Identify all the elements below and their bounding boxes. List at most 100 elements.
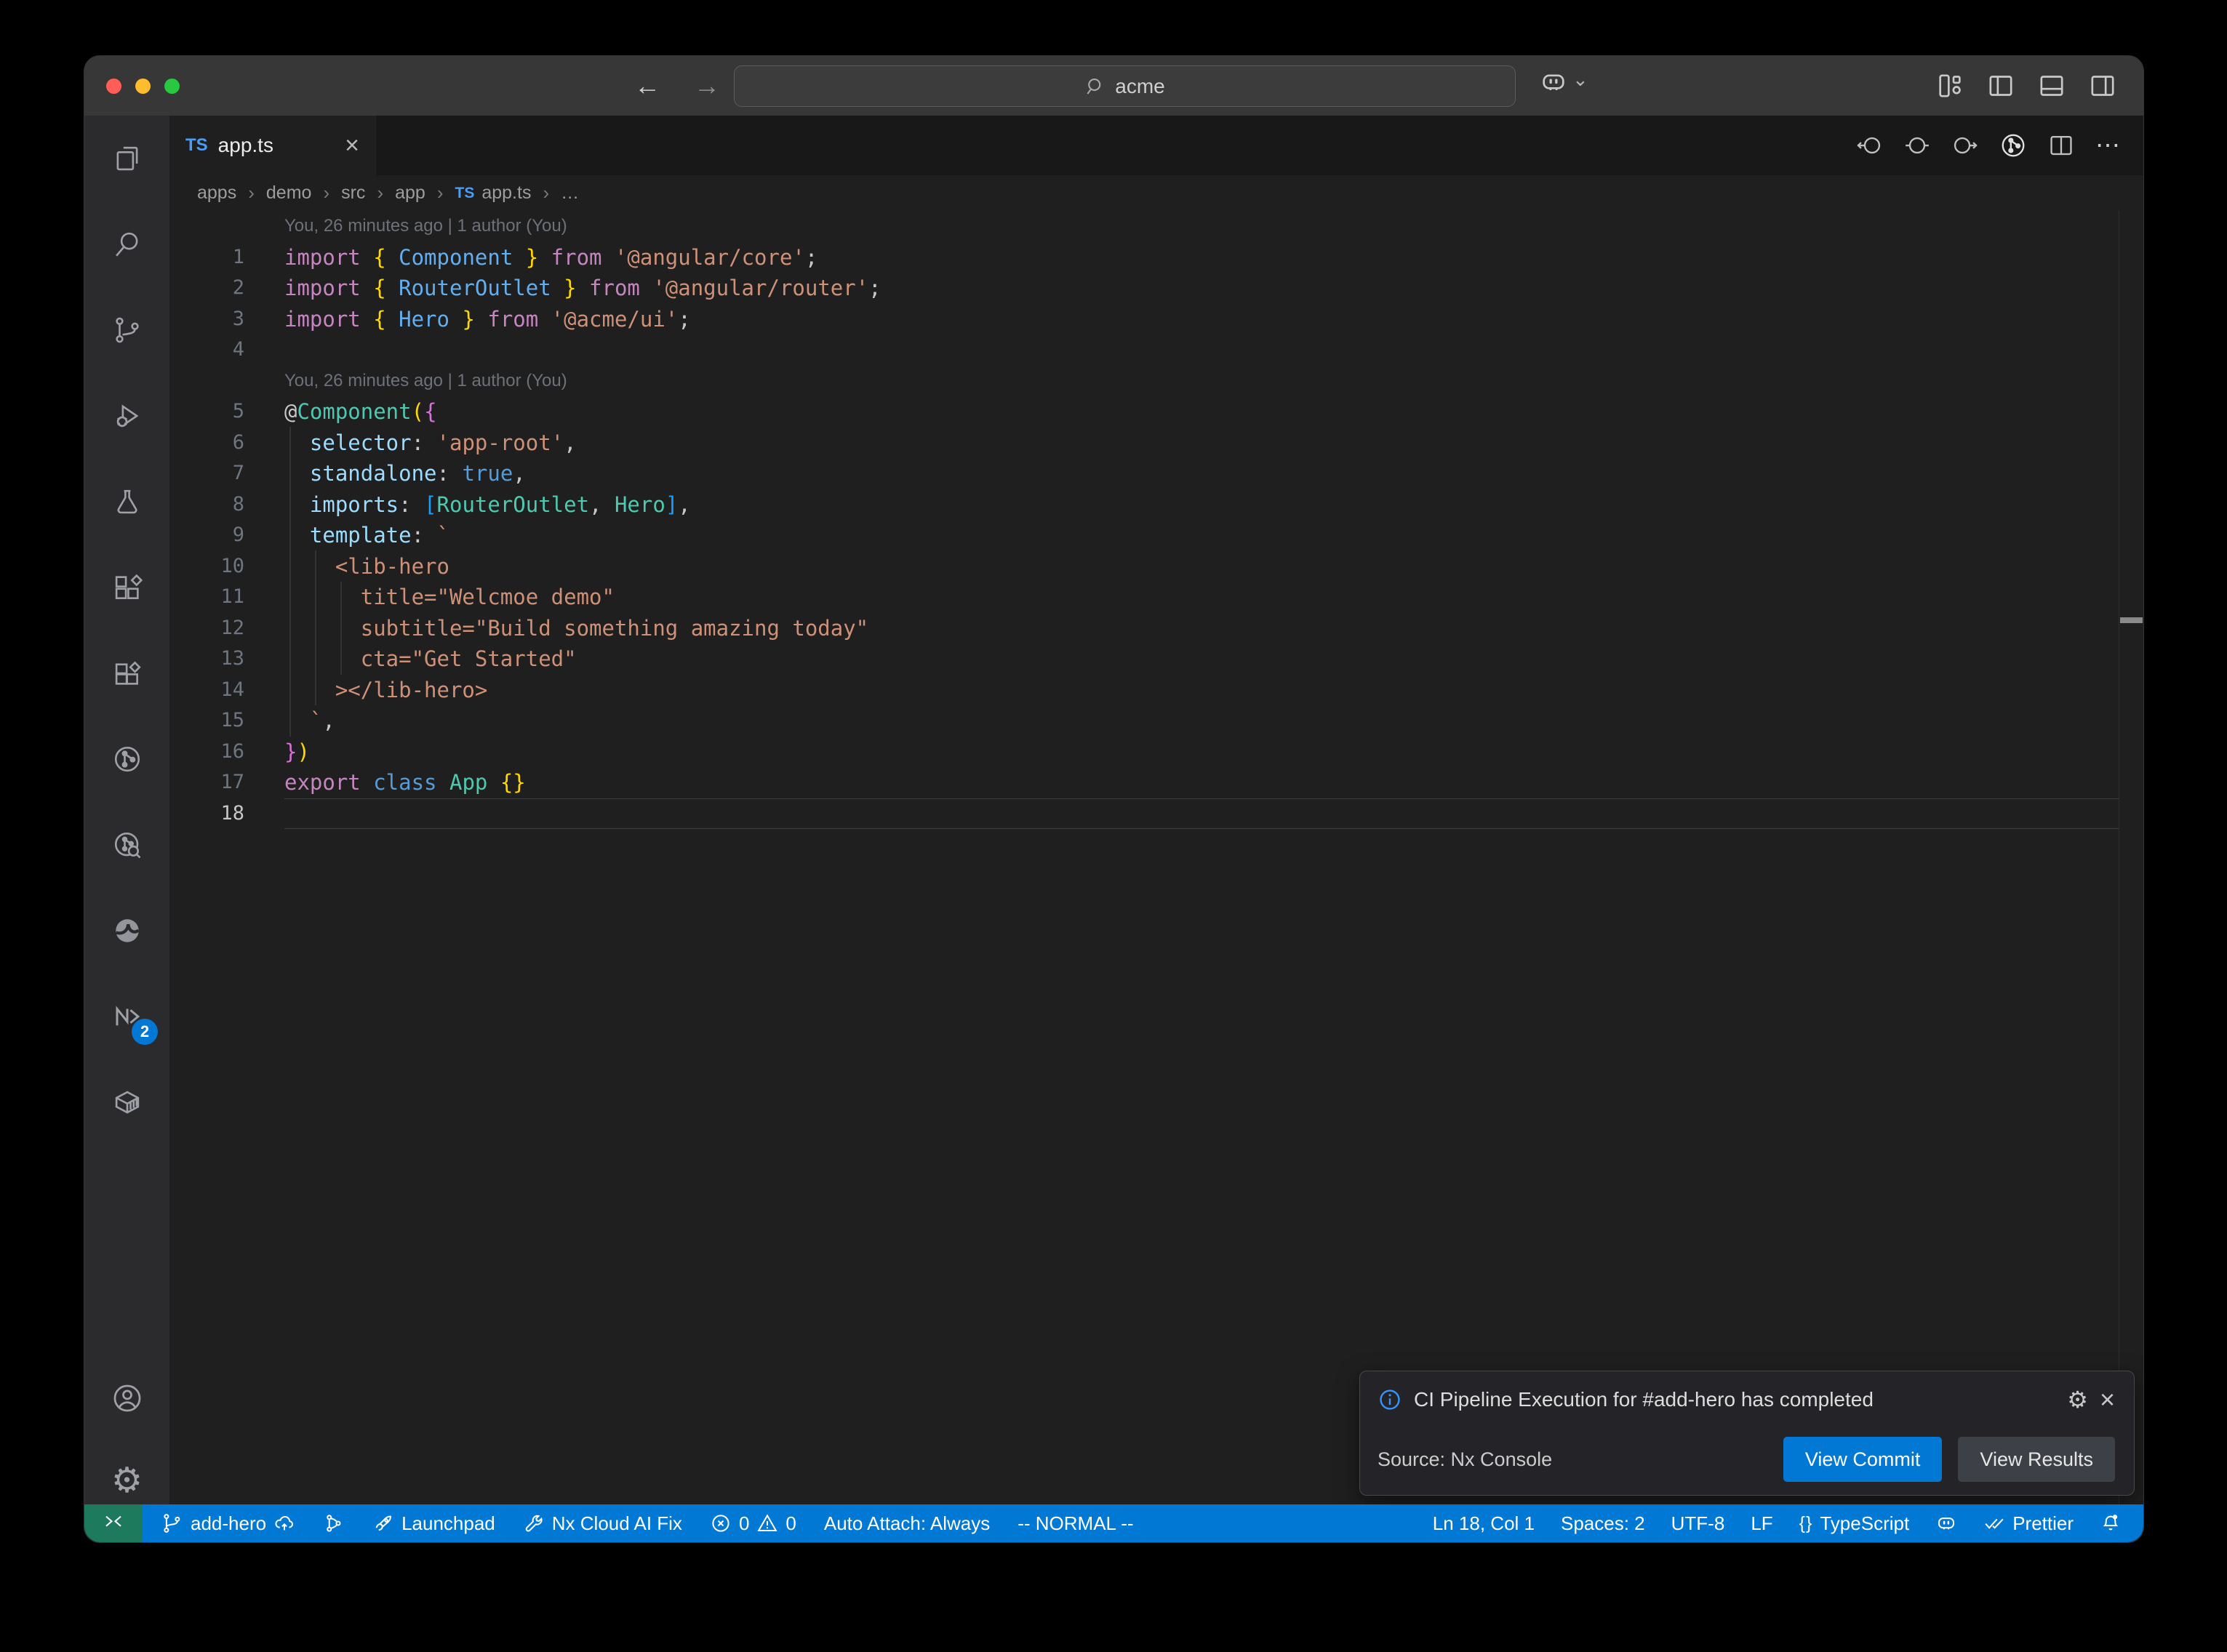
view-commit-button[interactable]: View Commit	[1783, 1437, 1943, 1482]
split-editor-icon[interactable]	[2047, 132, 2075, 159]
sidebar-item-project-graph[interactable]	[84, 630, 169, 716]
line-number: 13	[169, 643, 284, 675]
sidebar-item-search[interactable]	[84, 201, 169, 287]
current-change-icon[interactable]	[1903, 132, 1931, 159]
line-number: 3	[169, 304, 284, 335]
breadcrumb-file[interactable]: TS app.ts	[455, 183, 532, 204]
toggle-primary-sidebar-icon[interactable]	[1986, 71, 2015, 100]
line-number: 14	[169, 675, 284, 706]
code-line[interactable]: 15 `,	[169, 705, 2119, 737]
code-line[interactable]: 3import { Hero } from '@acme/ui';	[169, 304, 2119, 335]
sidebar-item-run-debug[interactable]	[84, 373, 169, 459]
nx-graph-icon[interactable]	[1999, 132, 2027, 159]
remote-indicator[interactable]	[84, 1504, 143, 1542]
code-line[interactable]: 18	[169, 798, 2119, 830]
error-icon	[710, 1512, 732, 1534]
status-eol[interactable]: LF	[1751, 1512, 1772, 1535]
command-center-search[interactable]: acme	[734, 65, 1516, 107]
code-line[interactable]: 8 imports: [RouterOutlet, Hero],	[169, 489, 2119, 521]
line-number: 15	[169, 705, 284, 737]
breadcrumb-separator: ›	[377, 182, 383, 204]
minimize-window-button[interactable]	[135, 79, 151, 94]
sidebar-item-nx-cloud[interactable]	[84, 802, 169, 888]
code-line[interactable]: 17export class App {}	[169, 767, 2119, 798]
code-line[interactable]: 10 <lib-hero	[169, 551, 2119, 582]
code-line[interactable]: 6 selector: 'app-root',	[169, 428, 2119, 459]
next-change-icon[interactable]	[1951, 132, 1979, 159]
status-indentation[interactable]: Spaces: 2	[1561, 1512, 1645, 1535]
forward-icon[interactable]: →	[694, 71, 720, 101]
view-results-button[interactable]: View Results	[1958, 1437, 2115, 1482]
status-problems[interactable]: 0 0	[710, 1512, 796, 1535]
search-icon	[112, 229, 143, 260]
notification-settings-icon[interactable]: ⚙	[2067, 1386, 2088, 1414]
status-notifications[interactable]	[2100, 1512, 2122, 1534]
gear-icon: ⚙	[111, 1464, 143, 1499]
toggle-secondary-sidebar-icon[interactable]	[2088, 71, 2117, 100]
more-actions-icon[interactable]: ⋯	[2095, 131, 2122, 160]
indent-guide	[340, 582, 342, 675]
breadcrumb-item[interactable]: app	[395, 183, 425, 204]
sidebar-item-explorer[interactable]	[84, 116, 169, 201]
nx-cloud-fix-label: Nx Cloud AI Fix	[552, 1512, 682, 1535]
close-notification-icon[interactable]: ×	[2100, 1389, 2115, 1411]
vim-mode-label: -- NORMAL --	[1017, 1512, 1133, 1535]
files-icon	[112, 143, 143, 174]
breadcrumb-item[interactable]: src	[341, 183, 365, 204]
breadcrumb-symbol-more[interactable]: …	[561, 183, 579, 204]
launchpad-label: Launchpad	[401, 1512, 495, 1535]
tab-app-ts[interactable]: TS app.ts ×	[169, 116, 376, 175]
tab-label: app.ts	[218, 134, 335, 157]
code-line[interactable]: 5@Component({	[169, 396, 2119, 428]
copilot-menu-button[interactable]: ⌄	[1539, 68, 1588, 97]
status-launchpad[interactable]: Launchpad	[372, 1512, 495, 1535]
code-line[interactable]: 1import { Component } from '@angular/cor…	[169, 242, 2119, 273]
encoding-label: UTF-8	[1671, 1512, 1725, 1535]
status-source-control-graph[interactable]	[323, 1512, 345, 1534]
zoom-window-button[interactable]	[164, 79, 180, 94]
status-auto-attach[interactable]: Auto Attach: Always	[824, 1512, 990, 1535]
status-language[interactable]: {} TypeScript	[1799, 1512, 1910, 1535]
sidebar-item-nx-console[interactable]: 2	[84, 974, 169, 1059]
status-vim-mode[interactable]: -- NORMAL --	[1017, 1512, 1133, 1535]
status-encoding[interactable]: UTF-8	[1671, 1512, 1725, 1535]
status-prettier[interactable]: Prettier	[1983, 1512, 2074, 1535]
close-window-button[interactable]	[106, 79, 121, 94]
sidebar-item-containers[interactable]	[84, 1059, 169, 1145]
code-line[interactable]: 13 cta="Get Started"	[169, 643, 2119, 675]
code-line[interactable]: 14 ></lib-hero>	[169, 675, 2119, 706]
code-line[interactable]: 11 title="Welcmoe demo"	[169, 582, 2119, 613]
code-line[interactable]: 9 template: `	[169, 520, 2119, 551]
sidebar-item-nx-tasks[interactable]	[84, 716, 169, 802]
eol-label: LF	[1751, 1512, 1772, 1535]
code-line[interactable]: 2import { RouterOutlet } from '@angular/…	[169, 273, 2119, 304]
auto-attach-label: Auto Attach: Always	[824, 1512, 990, 1535]
account-button[interactable]	[84, 1363, 169, 1433]
double-check-icon	[1983, 1512, 2005, 1534]
close-tab-icon[interactable]: ×	[345, 133, 359, 158]
code-line[interactable]: 7 standalone: true,	[169, 458, 2119, 489]
back-icon[interactable]: ←	[634, 71, 660, 101]
breadcrumb-file-label: app.ts	[481, 183, 531, 204]
activity-bar: 2 ⚙	[84, 116, 169, 1504]
code-line[interactable]: 16})	[169, 737, 2119, 768]
line-number: 8	[169, 489, 284, 521]
sidebar-item-source-control[interactable]	[84, 287, 169, 373]
breadcrumb-item[interactable]: apps	[197, 183, 236, 204]
code-line[interactable]: 12 subtitle="Build something amazing tod…	[169, 613, 2119, 644]
status-cursor-position[interactable]: Ln 18, Col 1	[1433, 1512, 1535, 1535]
code-line[interactable]: 4	[169, 334, 2119, 366]
line-number: 6	[169, 428, 284, 459]
breadcrumb-item[interactable]: demo	[266, 183, 312, 204]
status-nx-cloud-fix[interactable]: Nx Cloud AI Fix	[523, 1512, 682, 1535]
toggle-panel-icon[interactable]	[2037, 71, 2066, 100]
previous-change-icon[interactable]	[1855, 132, 1883, 159]
status-branch[interactable]: add-hero	[161, 1512, 295, 1535]
rocket-icon	[372, 1512, 394, 1534]
sidebar-item-extensions[interactable]	[84, 545, 169, 630]
sidebar-item-webview[interactable]	[84, 888, 169, 974]
code-editor[interactable]: You, 26 minutes ago | 1 author (You)1imp…	[169, 211, 2143, 1504]
customize-layout-icon[interactable]	[1935, 71, 1964, 100]
status-copilot[interactable]	[1935, 1512, 1957, 1534]
sidebar-item-testing[interactable]	[84, 459, 169, 545]
